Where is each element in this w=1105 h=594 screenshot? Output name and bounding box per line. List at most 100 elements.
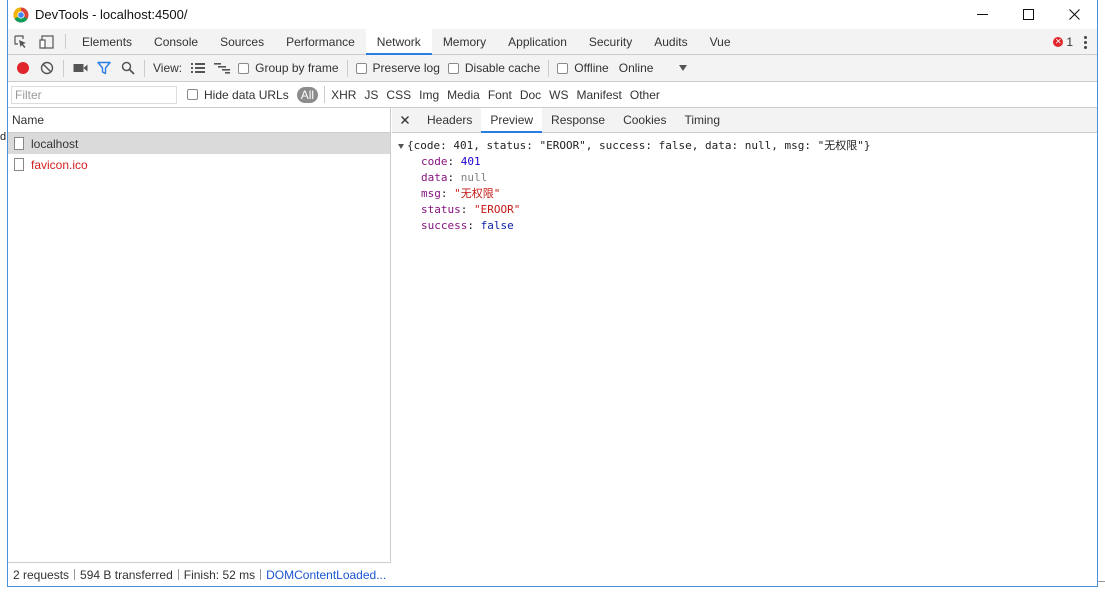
- throttling-select[interactable]: Online: [619, 61, 688, 75]
- network-toolbar: View: Group by frame Preserve log Disabl…: [8, 55, 1097, 82]
- json-key: data: [421, 171, 448, 184]
- filter-type-js[interactable]: JS: [364, 88, 378, 102]
- status-finish: Finish: 52 ms: [183, 567, 256, 582]
- filter-button[interactable]: [92, 55, 116, 82]
- toolbar-separator: [144, 59, 145, 77]
- expand-triangle-icon[interactable]: [398, 143, 404, 149]
- capture-screenshots-button[interactable]: [68, 55, 92, 82]
- group-by-frame-checkbox[interactable]: Group by frame: [238, 61, 339, 75]
- error-counter[interactable]: ✕ 1: [1053, 29, 1073, 55]
- group-by-frame-label: Group by frame: [255, 61, 339, 75]
- device-toolbar-icon: [39, 34, 54, 49]
- close-detail-button[interactable]: [392, 108, 418, 132]
- maximize-icon: [1022, 9, 1034, 20]
- preserve-log-label: Preserve log: [372, 61, 440, 75]
- checkbox-box: [447, 62, 459, 74]
- json-summary-row[interactable]: {code: 401, status: "EROOR", success: fa…: [398, 138, 1097, 154]
- error-count: 1: [1066, 35, 1073, 49]
- search-button[interactable]: [116, 55, 140, 82]
- filter-type-doc[interactable]: Doc: [520, 88, 541, 102]
- maximize-button[interactable]: [1005, 0, 1051, 29]
- request-detail-pane: Headers Preview Response Cookies Timing …: [392, 108, 1097, 586]
- json-key: status: [421, 203, 461, 216]
- status-separator: [74, 569, 76, 580]
- hide-data-urls-label: Hide data URLs: [204, 87, 289, 102]
- json-property-row: code: 401: [421, 155, 481, 168]
- network-status-bar: 2 requests 594 B transferred Finish: 52 …: [8, 562, 391, 586]
- close-window-button[interactable]: [1051, 0, 1097, 29]
- filter-type-css[interactable]: CSS: [386, 88, 411, 102]
- devtools-window: DevTools - localhost:4500/ Elements Cons…: [7, 0, 1098, 587]
- offline-label: Offline: [574, 61, 609, 75]
- more-options-button[interactable]: [1077, 29, 1093, 55]
- tab-cookies[interactable]: Cookies: [614, 108, 675, 132]
- filter-icon: [97, 61, 111, 75]
- request-list: Name localhost favicon.ico 2 requests 59…: [8, 108, 391, 586]
- tab-elements[interactable]: Elements: [71, 29, 143, 54]
- tab-audits[interactable]: Audits: [643, 29, 698, 54]
- checkbox-box: [355, 62, 367, 74]
- status-dom-content-loaded: DOMContentLoaded...: [266, 567, 387, 582]
- clear-button[interactable]: [35, 55, 59, 82]
- json-preview: {code: 401, status: "EROOR", success: fa…: [392, 133, 1097, 234]
- close-icon: [401, 116, 409, 124]
- tab-sources[interactable]: Sources: [209, 29, 275, 54]
- tab-headers[interactable]: Headers: [418, 108, 481, 132]
- filter-input[interactable]: [11, 85, 177, 104]
- panel-tab-bar: Elements Console Sources Performance Net…: [8, 29, 1097, 55]
- dropdown-arrow-icon: [679, 65, 688, 71]
- tab-application[interactable]: Application: [497, 29, 578, 54]
- kebab-dot-icon: [1083, 40, 1087, 44]
- request-row-localhost[interactable]: localhost: [8, 133, 390, 154]
- inspect-element-button[interactable]: [8, 29, 34, 54]
- request-row-favicon[interactable]: favicon.ico: [8, 154, 390, 175]
- json-summary-text: {code: 401, status: "EROOR", success: fa…: [407, 139, 871, 152]
- json-value: false: [480, 219, 514, 232]
- json-value: "无权限": [454, 187, 501, 200]
- tab-performance[interactable]: Performance: [275, 29, 366, 54]
- tab-timing[interactable]: Timing: [675, 108, 729, 132]
- name-column-header[interactable]: Name: [8, 108, 390, 133]
- show-overview-button[interactable]: [210, 55, 234, 82]
- tab-vue[interactable]: Vue: [699, 29, 742, 54]
- json-key: success: [421, 219, 468, 232]
- kebab-dot-icon: [1083, 35, 1087, 39]
- filter-type-ws[interactable]: WS: [549, 88, 568, 102]
- checkbox-box: [557, 62, 569, 74]
- tab-security[interactable]: Security: [578, 29, 643, 54]
- filter-bar: Hide data URLs All XHR JS CSS Img Media …: [8, 82, 1097, 108]
- document-icon: [14, 137, 24, 150]
- json-key: code: [421, 155, 448, 168]
- throttling-value: Online: [618, 61, 654, 75]
- filter-type-img[interactable]: Img: [419, 88, 439, 102]
- record-button[interactable]: [11, 55, 35, 82]
- preserve-log-checkbox[interactable]: Preserve log: [355, 61, 440, 75]
- filter-type-manifest[interactable]: Manifest: [577, 88, 622, 102]
- tab-response[interactable]: Response: [542, 108, 614, 132]
- minimize-button[interactable]: [959, 0, 1005, 29]
- tab-memory[interactable]: Memory: [432, 29, 497, 54]
- tab-console[interactable]: Console: [143, 29, 209, 54]
- show-overview-icon: [214, 63, 231, 74]
- filter-type-other[interactable]: Other: [630, 88, 660, 102]
- background-page-char: d: [0, 131, 7, 143]
- hide-data-urls-checkbox[interactable]: Hide data URLs: [187, 88, 289, 102]
- status-separator: [260, 569, 262, 580]
- large-request-rows-button[interactable]: [186, 55, 210, 82]
- json-property-row: msg: "无权限": [421, 187, 501, 200]
- filter-type-font[interactable]: Font: [488, 88, 512, 102]
- json-property-row: data: null: [421, 171, 488, 184]
- tab-preview[interactable]: Preview: [481, 108, 543, 133]
- json-value: 401: [460, 155, 481, 168]
- chrome-logo-icon: [13, 6, 29, 23]
- offline-checkbox[interactable]: Offline: [557, 61, 609, 75]
- device-toolbar-button[interactable]: [34, 29, 60, 54]
- filter-type-all[interactable]: All: [296, 86, 319, 103]
- disable-cache-checkbox[interactable]: Disable cache: [447, 61, 540, 75]
- json-value: "EROOR": [474, 203, 521, 216]
- tab-network[interactable]: Network: [365, 29, 432, 55]
- filter-type-xhr[interactable]: XHR: [331, 88, 356, 102]
- inspect-element-icon: [14, 34, 26, 48]
- filter-type-media[interactable]: Media: [447, 88, 480, 102]
- checkbox-box: [238, 62, 250, 74]
